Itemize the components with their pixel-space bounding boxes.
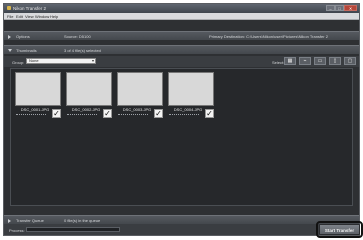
- thumbnail-item[interactable]: DSC_0004.JPG ✓: [168, 72, 214, 121]
- thumbnail-item[interactable]: DSC_0002.JPG ✓: [66, 72, 112, 121]
- app-window: Nikon Transfer 2 – □ ✕ File Edit View Wi…: [3, 3, 363, 238]
- view-mode-button[interactable]: ▢: [344, 57, 356, 65]
- close-icon: ✕: [348, 6, 353, 11]
- thumbnail-filename: DSC_0002.JPG: [71, 107, 101, 112]
- rating-indicator[interactable]: [67, 114, 97, 117]
- minimize-icon: –: [329, 6, 332, 11]
- thumbnail-checkbox[interactable]: ✓: [103, 109, 112, 118]
- title-bar: Nikon Transfer 2 – □ ✕: [4, 4, 359, 13]
- select-new-button[interactable]: ⌁: [299, 57, 311, 65]
- thumbnail-image[interactable]: [117, 72, 163, 106]
- thumbnail-item[interactable]: DSC_0001.JPG ✓: [15, 72, 61, 121]
- rectangle-icon: ▭: [317, 58, 323, 64]
- group-select-value: None: [29, 58, 39, 63]
- thumbnail-grid: DSC_0001.JPG ✓ DSC_0002.JPG ✓ DSC_0003.J…: [10, 68, 353, 206]
- rating-indicator[interactable]: [118, 114, 148, 117]
- menu-file[interactable]: File: [7, 14, 13, 19]
- grid-icon: ▦: [287, 58, 293, 64]
- thumbnail-filename: DSC_0003.JPG: [122, 107, 152, 112]
- thumbnails-label: Thumbnails: [16, 48, 37, 53]
- thumbnail-checkbox[interactable]: ✓: [205, 109, 214, 118]
- thumbnail-toolbar: Group: None Select: ▦ ⌁ ▭ ▯ ▢: [4, 56, 359, 67]
- menu-bar: File Edit View Window Help: [4, 13, 359, 20]
- menu-view[interactable]: View: [25, 14, 34, 19]
- thumbnail-item[interactable]: DSC_0003.JPG ✓: [117, 72, 163, 121]
- app-icon: [7, 6, 11, 10]
- menu-help[interactable]: Help: [50, 14, 58, 19]
- start-transfer-button[interactable]: Start Transfer: [316, 221, 363, 238]
- thumbnail-size-button[interactable]: ▯: [329, 57, 341, 65]
- destination-label: Primary Destination: C:\Users\Nikon\user…: [209, 34, 328, 39]
- rating-indicator[interactable]: [16, 114, 46, 117]
- transfer-queue-header[interactable]: Transfer Queue 0 file(s) in the queue: [4, 215, 359, 224]
- thumbnail-filename: DSC_0004.JPG: [173, 107, 203, 112]
- thumbnail-filename: DSC_0001.JPG: [20, 107, 50, 112]
- select-label: Select:: [272, 60, 285, 65]
- queue-summary: 0 file(s) in the queue: [64, 218, 101, 223]
- options-label: Options: [16, 34, 30, 39]
- chevron-down-icon: [92, 60, 94, 62]
- expand-arrow-icon: [8, 35, 11, 39]
- selection-summary: 3 of 4 file(s) selected: [64, 48, 101, 53]
- options-panel-header[interactable]: Options Source: D5100 Primary Destinatio…: [4, 31, 359, 40]
- window-title: Nikon Transfer 2: [13, 6, 47, 11]
- select-none-button[interactable]: ▭: [314, 57, 326, 65]
- thumbnail-image[interactable]: [15, 72, 61, 106]
- select-all-button[interactable]: ▦: [284, 57, 296, 65]
- close-button[interactable]: ✕: [344, 5, 357, 11]
- maximize-icon: □: [338, 6, 341, 11]
- progress-bar: [26, 227, 120, 232]
- thumbnail-image[interactable]: [66, 72, 112, 106]
- wave-icon: ⌁: [303, 58, 307, 64]
- thumbnail-checkbox[interactable]: ✓: [154, 109, 163, 118]
- thumb-size-icon: ▯: [333, 58, 337, 64]
- collapse-arrow-icon: [8, 49, 12, 52]
- status-bar: Process: Start Transfer: [4, 221, 363, 238]
- maximize-button[interactable]: □: [335, 5, 344, 11]
- process-label: Process:: [9, 228, 25, 233]
- menu-window[interactable]: Window: [35, 14, 49, 19]
- thumbnail-image[interactable]: [168, 72, 214, 106]
- rating-indicator[interactable]: [169, 114, 199, 117]
- minimize-button[interactable]: –: [326, 5, 335, 11]
- group-select[interactable]: None: [26, 58, 96, 64]
- menu-edit[interactable]: Edit: [16, 14, 23, 19]
- source-label: Source: D5100: [64, 34, 91, 39]
- thumbnail-checkbox[interactable]: ✓: [52, 109, 61, 118]
- group-label: Group:: [12, 60, 25, 65]
- thumbnails-panel-header[interactable]: Thumbnails 3 of 4 file(s) selected: [4, 45, 359, 54]
- expand-arrow-icon: [8, 219, 11, 223]
- start-transfer-label: Start Transfer: [324, 228, 355, 233]
- view-icon: ▢: [347, 58, 353, 64]
- transfer-queue-label: Transfer Queue: [16, 218, 44, 223]
